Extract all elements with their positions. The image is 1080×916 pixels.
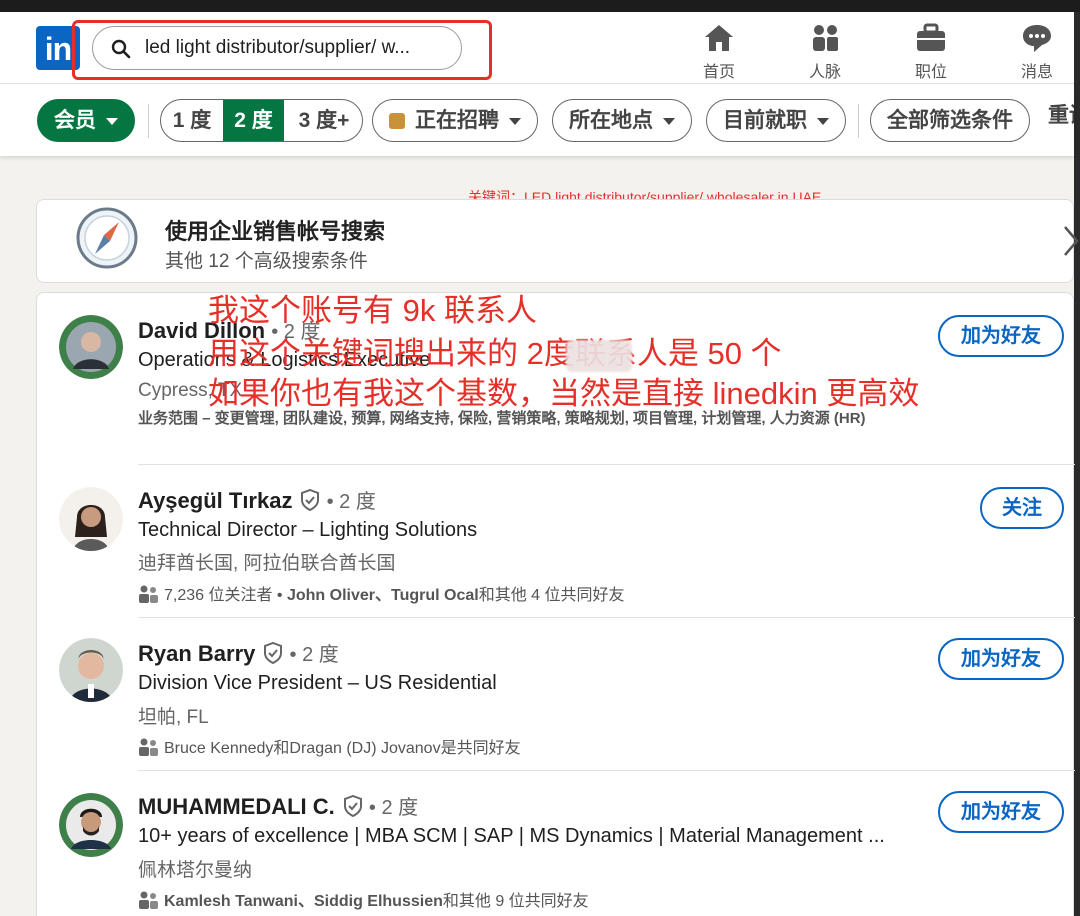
connect-button[interactable]: 加为好友	[938, 791, 1064, 833]
mutual-names: Bruce Kennedy和Dragan (DJ) Jovanov是共同好友	[164, 740, 521, 757]
avatar[interactable]	[59, 793, 123, 857]
result-row: Ryan Barry • 2 度 Division Vice President…	[37, 618, 1075, 771]
briefcase-icon	[917, 23, 945, 51]
mutual-suffix: 和其他 4 位共同好友	[478, 587, 625, 604]
compass-icon	[76, 207, 138, 269]
annotation-line-1: 我这个账号有 9k 联系人	[208, 293, 537, 328]
filter-bar: 会员 1 度 2 度 3 度+ 正在招聘 所在地点 目前就职 全部筛选条件	[0, 84, 1074, 156]
nav-messaging[interactable]: 消息	[997, 22, 1077, 84]
person-headline: Technical Director – Lighting Solutions	[138, 519, 478, 541]
hiring-filter-label: 正在招聘	[415, 109, 499, 132]
mutual-connections[interactable]: Bruce Kennedy和Dragan (DJ) Jovanov是共同好友	[138, 734, 521, 758]
avatar[interactable]	[59, 638, 123, 702]
home-icon	[705, 25, 733, 51]
degree-filter: 1 度 2 度 3 度+	[160, 99, 363, 142]
follower-count: 7,236 位关注者 •	[164, 587, 287, 604]
follow-button[interactable]: 关注	[980, 487, 1064, 529]
chevron-right-icon	[1064, 226, 1079, 256]
person-summary: 业务范围 – 变更管理, 团队建设, 预算, 网络支持, 保险, 营销策略, 策…	[138, 410, 866, 427]
person-name[interactable]: MUHAMMEDALI C. • 2 度	[138, 791, 418, 820]
annotation-highlight-box	[72, 20, 492, 80]
annotation-line-2: 用这个关键词搜出来的 2度联系人是 50 个	[208, 336, 782, 371]
nav-jobs-label: 职位	[914, 64, 947, 81]
nav-network-label: 人脉	[808, 64, 841, 81]
chevron-down-icon	[817, 117, 829, 125]
sales-navigator-card[interactable]: 使用企业销售帐号搜索 其他 12 个高级搜索条件	[36, 199, 1079, 283]
annotation-line-3: 如果你也有我这个基数，当然是直接 linedkin 更高效	[208, 376, 920, 411]
member-filter[interactable]: 会员	[37, 99, 135, 142]
person-name[interactable]: Ayşegül Tırkaz • 2 度	[138, 485, 376, 514]
mutual-names: John Oliver、Tugrul Ocal	[286, 587, 479, 604]
person-location: 迪拜酋长国, 阿拉伯联合酋长国	[138, 553, 396, 574]
reset-filters-button[interactable]: 重设	[1048, 99, 1074, 129]
connection-degree: • 2 度	[326, 491, 376, 513]
avatar[interactable]	[59, 315, 123, 379]
mutual-suffix: 和其他 9 位共同好友	[442, 893, 589, 910]
person-headline: 10+ years of excellence | MBA SCM | SAP …	[138, 825, 885, 847]
person-location: 坦帕, FL	[138, 707, 209, 728]
result-row: MUHAMMEDALI C. • 2 度 10+ years of excell…	[37, 771, 1075, 916]
all-filters-label: 全部筛选条件	[887, 109, 1013, 132]
all-filters-button[interactable]: 全部筛选条件	[870, 99, 1030, 142]
person-headline: Division Vice President – US Residential	[138, 672, 497, 694]
company-filter[interactable]: 目前就职	[706, 99, 846, 142]
result-row: Ayşegül Tırkaz • 2 度 Technical Director …	[37, 465, 1075, 618]
nav-jobs[interactable]: 职位	[891, 22, 971, 84]
nav-home[interactable]: 首页	[679, 22, 759, 84]
degree-3-button[interactable]: 3 度+	[284, 100, 362, 141]
person-location: 佩林塔尔曼纳	[138, 860, 253, 881]
verified-icon	[264, 642, 283, 664]
people-icon	[139, 738, 158, 756]
mutual-names: Kamlesh Tanwani、Siddig Elhussien	[164, 893, 443, 910]
chevron-down-icon	[663, 117, 675, 125]
hiring-filter[interactable]: 正在招聘	[372, 99, 538, 142]
avatar[interactable]	[59, 487, 123, 551]
verified-icon	[301, 489, 320, 511]
mutual-connections[interactable]: Kamlesh Tanwani、Siddig Elhussien和其他 9 位共…	[138, 887, 589, 911]
company-filter-label: 目前就职	[723, 109, 807, 132]
people-icon	[139, 585, 158, 603]
hiring-icon	[389, 113, 405, 129]
window-top-strip	[0, 0, 1080, 12]
chevron-down-icon	[106, 117, 118, 125]
verified-icon	[343, 795, 362, 817]
nav-network[interactable]: 人脉	[785, 22, 865, 84]
location-filter-label: 所在地点	[569, 109, 653, 132]
divider	[858, 104, 859, 138]
degree-2-button[interactable]: 2 度	[223, 100, 284, 141]
connect-button[interactable]: 加为好友	[938, 315, 1064, 357]
person-name[interactable]: Ryan Barry • 2 度	[138, 638, 339, 667]
messaging-icon	[1023, 25, 1051, 52]
network-icon	[813, 25, 838, 51]
nav-home-label: 首页	[702, 64, 735, 81]
degree-1-button[interactable]: 1 度	[161, 100, 223, 141]
connection-degree: • 2 度	[289, 644, 339, 666]
location-filter[interactable]: 所在地点	[552, 99, 692, 142]
connection-degree: • 2 度	[368, 797, 419, 819]
sales-card-title: 使用企业销售帐号搜索	[165, 219, 386, 244]
mutual-connections[interactable]: 7,236 位关注者 • John Oliver、Tugrul Ocal和其他 …	[138, 581, 625, 605]
chevron-down-icon	[509, 117, 521, 125]
member-filter-label: 会员	[54, 109, 96, 132]
divider	[148, 104, 149, 138]
nav-messaging-label: 消息	[1020, 64, 1053, 81]
sales-card-subtitle: 其他 12 个高级搜索条件	[165, 251, 368, 272]
redacted-mark	[566, 340, 632, 372]
connect-button[interactable]: 加为好友	[938, 638, 1064, 680]
people-icon	[139, 891, 158, 909]
